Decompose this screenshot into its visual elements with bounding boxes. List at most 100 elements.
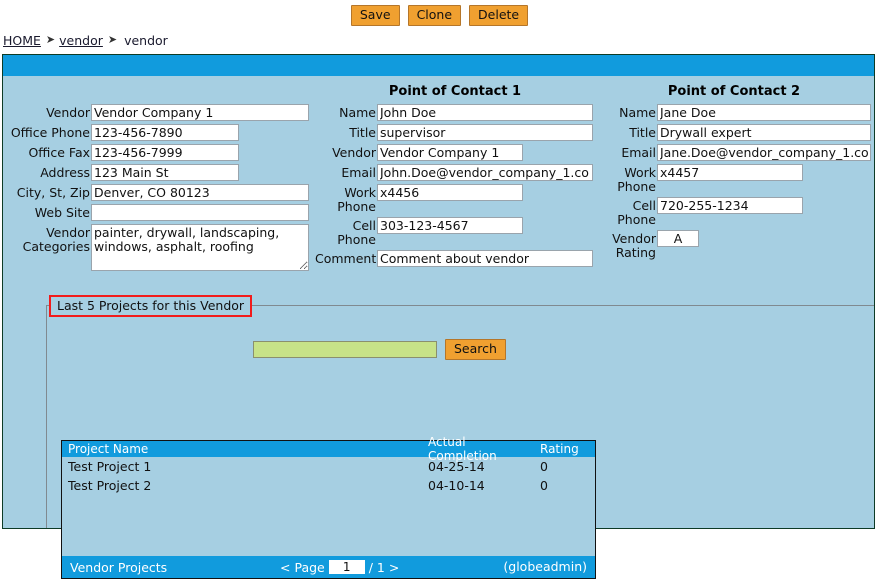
input-poc1-comment[interactable] — [377, 250, 593, 267]
field-poc1-email: Email — [315, 164, 595, 181]
label-poc2-cell-phone: Cell Phone — [595, 197, 657, 227]
label-poc2-cell-phone-line2: Phone — [617, 212, 656, 227]
clone-button[interactable]: Clone — [407, 4, 462, 26]
label-vendor-rating-line1: Vendor — [612, 231, 656, 246]
label-poc1-comment: Comment — [315, 251, 377, 266]
vendor-projects-grid: Project Name Actual Completion Rating Te… — [61, 435, 596, 579]
input-poc1-cell-phone[interactable] — [377, 217, 523, 234]
vendor-form-area: Vendor Office Phone Office Fax Address C… — [3, 76, 874, 274]
field-poc1-work-phone: Work Phone — [315, 184, 595, 214]
next-page-icon[interactable]: > — [389, 560, 399, 575]
label-vendor-rating: Vendor Rating — [595, 230, 657, 260]
delete-button[interactable]: Delete — [469, 4, 529, 26]
current-user-label: (globeadmin) — [503, 559, 587, 574]
label-poc1-cell-phone-line2: Phone — [337, 232, 376, 247]
label-poc1-vendor: Vendor — [332, 145, 376, 160]
label-address: Address — [40, 165, 90, 180]
search-input[interactable] — [253, 341, 437, 358]
label-web-site: Web Site — [34, 205, 90, 220]
grid-header-rating[interactable]: Rating — [532, 442, 592, 456]
table-row[interactable]: Test Project 2 04-10-14 0 — [62, 476, 595, 495]
cell-actual-completion: 04-10-14 — [428, 478, 485, 493]
input-office-phone[interactable] — [91, 124, 239, 141]
input-poc1-vendor[interactable] — [377, 144, 523, 161]
label-office-phone: Office Phone — [10, 125, 90, 140]
field-office-fax: Office Fax — [3, 144, 315, 161]
label-poc1-name: Name — [339, 105, 376, 120]
project-search-row: Search — [253, 339, 506, 360]
point-of-contact-1-column: Point of Contact 1 Name Title Vendor Ema… — [315, 84, 595, 274]
vendor-info-column: Vendor Office Phone Office Fax Address C… — [3, 84, 315, 274]
label-vendor-categories-line2: Categories — [22, 239, 90, 254]
table-row[interactable]: Test Project 1 04-25-14 0 — [62, 457, 595, 476]
input-vendor-categories[interactable]: painter, drywall, landscaping, windows, … — [91, 224, 309, 271]
input-poc2-email[interactable] — [657, 144, 871, 161]
input-poc1-email[interactable] — [377, 164, 593, 181]
breadcrumb-current: vendor — [124, 32, 168, 48]
point-of-contact-2-title: Point of Contact 2 — [667, 84, 801, 99]
field-office-phone: Office Phone — [3, 124, 315, 141]
field-poc2-email: Email — [595, 144, 873, 161]
label-poc2-work-phone-line1: Work — [624, 165, 656, 180]
label-poc1-cell-phone-line1: Cell — [352, 218, 376, 233]
grid-header-project-name[interactable]: Project Name — [62, 442, 422, 456]
panel-title-bar — [3, 55, 874, 76]
input-poc2-work-phone[interactable] — [657, 164, 803, 181]
field-poc1-cell-phone: Cell Phone — [315, 217, 595, 247]
cell-project-name: Test Project 2 — [68, 478, 152, 493]
input-poc1-title[interactable] — [377, 124, 593, 141]
cell-rating: 0 — [540, 478, 548, 493]
field-web-site: Web Site — [3, 204, 315, 221]
label-vendor-categories: Vendor Categories — [3, 224, 91, 254]
label-poc2-title: Title — [629, 125, 656, 140]
search-button[interactable]: Search — [445, 339, 506, 360]
last-5-projects-section: Last 5 Projects for this Vendor Search P… — [46, 295, 874, 579]
pagination-controls: < Page / 1 > — [280, 556, 399, 578]
page-number-input[interactable] — [328, 560, 365, 574]
label-poc1-work-phone-line1: Work — [344, 185, 376, 200]
breadcrumb-home-link[interactable]: HOME — [3, 33, 41, 48]
grid-footer: Vendor Projects < Page / 1 > (globeadmin… — [62, 556, 595, 578]
field-vendor-categories: Vendor Categories painter, drywall, land… — [3, 224, 315, 271]
field-poc2-title: Title — [595, 124, 873, 141]
label-poc2-name: Name — [619, 105, 656, 120]
field-poc1-title: Title — [315, 124, 595, 141]
cell-rating: 0 — [540, 459, 548, 474]
field-city-state-zip: City, St, Zip — [3, 184, 315, 201]
input-address[interactable] — [91, 164, 239, 181]
grid-header-row: Project Name Actual Completion Rating — [62, 435, 595, 463]
input-poc1-work-phone[interactable] — [377, 184, 523, 201]
input-office-fax[interactable] — [91, 144, 239, 161]
point-of-contact-1-title: Point of Contact 1 — [388, 84, 522, 99]
cell-project-name: Test Project 1 — [68, 459, 152, 474]
label-city-state-zip: City, St, Zip — [16, 185, 90, 200]
field-address: Address — [3, 164, 315, 181]
label-poc1-email: Email — [341, 165, 376, 180]
input-poc2-title[interactable] — [657, 124, 871, 141]
grid-body: Test Project 1 04-25-14 0 Test Project 2… — [62, 457, 595, 556]
input-city-state-zip[interactable] — [91, 184, 309, 201]
save-button[interactable]: Save — [350, 4, 400, 26]
breadcrumb-arrow-icon: ➤ — [45, 32, 55, 46]
input-poc2-name[interactable] — [657, 104, 871, 121]
label-poc1-work-phone-line2: Phone — [337, 199, 376, 214]
input-web-site[interactable] — [91, 204, 309, 221]
label-poc1-work-phone: Work Phone — [315, 184, 377, 214]
vendor-detail-panel: Vendor Office Phone Office Fax Address C… — [2, 54, 875, 579]
field-poc2-cell-phone: Cell Phone — [595, 197, 873, 227]
point-of-contact-2-column: Point of Contact 2 Name Title Email Work… — [595, 84, 873, 274]
input-poc2-cell-phone[interactable] — [657, 197, 803, 214]
field-vendor-rating: Vendor Rating — [595, 230, 873, 260]
previous-page-icon[interactable]: < — [280, 560, 290, 575]
input-vendor-name[interactable] — [91, 104, 309, 121]
last-5-projects-legend: Last 5 Projects for this Vendor — [49, 295, 253, 317]
breadcrumb-arrow-icon-2: ➤ — [107, 32, 117, 46]
breadcrumb-vendor-link[interactable]: vendor — [59, 33, 103, 48]
field-poc2-name: Name — [595, 104, 873, 121]
label-poc2-work-phone: Work Phone — [595, 164, 657, 194]
label-poc2-email: Email — [621, 145, 656, 160]
label-poc1-cell-phone: Cell Phone — [315, 217, 377, 247]
field-poc2-work-phone: Work Phone — [595, 164, 873, 194]
input-vendor-rating[interactable] — [657, 230, 699, 247]
input-poc1-name[interactable] — [377, 104, 593, 121]
